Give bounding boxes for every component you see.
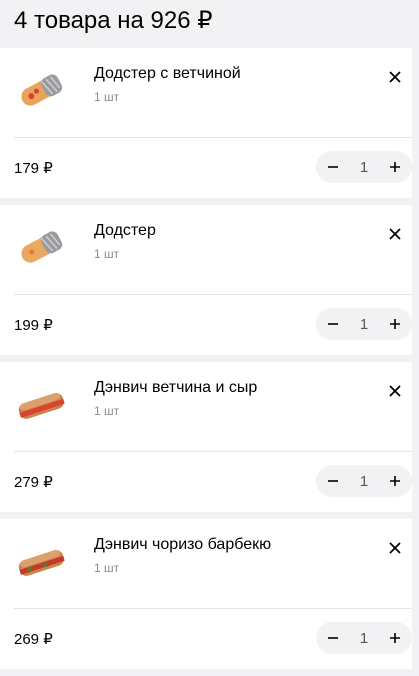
close-icon (389, 385, 401, 397)
increase-button[interactable] (388, 631, 402, 645)
minus-icon (328, 480, 338, 482)
item-quantity-label: 1 шт (94, 561, 120, 575)
cart-item: Додстер 1 шт 199 ₽ 1 (0, 205, 412, 355)
quantity-stepper[interactable]: 1 (316, 465, 412, 497)
cart-summary-title: 4 товара на 926 ₽ (14, 7, 213, 34)
plus-icon (390, 162, 400, 172)
item-name: Додстер с ветчиной (94, 65, 241, 82)
decrease-button[interactable] (326, 317, 340, 331)
close-icon (389, 71, 401, 83)
item-price: 279 ₽ (14, 474, 53, 491)
cart-list: Додстер с ветчиной 1 шт 179 ₽ 1 Додстер … (0, 48, 412, 676)
item-price: 199 ₽ (14, 317, 53, 334)
cart-item: Дэнвич чоризо барбекю 1 шт 269 ₽ 1 (0, 519, 412, 669)
increase-button[interactable] (388, 160, 402, 174)
dodster-product-image (21, 74, 63, 106)
decrease-button[interactable] (326, 631, 340, 645)
item-name: Дэнвич чоризо барбекю (94, 536, 272, 553)
remove-item-button[interactable] (384, 537, 406, 559)
item-name: Додстер (94, 222, 156, 239)
plus-icon (390, 319, 400, 329)
quantity-stepper[interactable]: 1 (316, 151, 412, 183)
remove-item-button[interactable] (384, 66, 406, 88)
plus-icon (390, 476, 400, 486)
item-quantity-label: 1 шт (94, 247, 120, 261)
plus-icon (390, 633, 400, 643)
minus-icon (328, 166, 338, 168)
divider (14, 294, 412, 295)
dodster-product-image (21, 231, 63, 263)
item-price: 269 ₽ (14, 631, 53, 648)
quantity-value: 1 (359, 158, 369, 176)
remove-item-button[interactable] (384, 223, 406, 245)
minus-icon (328, 637, 338, 639)
decrease-button[interactable] (326, 160, 340, 174)
quantity-value: 1 (359, 472, 369, 490)
increase-button[interactable] (388, 474, 402, 488)
item-name: Дэнвич ветчина и сыр (94, 379, 258, 396)
quantity-stepper[interactable]: 1 (316, 308, 412, 340)
minus-icon (328, 323, 338, 325)
increase-button[interactable] (388, 317, 402, 331)
close-icon (389, 228, 401, 240)
divider (14, 137, 412, 138)
cart-item: Дэнвич ветчина и сыр 1 шт 279 ₽ 1 (0, 362, 412, 512)
item-quantity-label: 1 шт (94, 404, 120, 418)
item-quantity-label: 1 шт (94, 90, 120, 104)
divider (14, 608, 412, 609)
quantity-value: 1 (359, 315, 369, 333)
item-price: 179 ₽ (14, 160, 53, 177)
decrease-button[interactable] (326, 474, 340, 488)
danwich-product-image (18, 393, 65, 419)
close-icon (389, 542, 401, 554)
cart-item: Додстер с ветчиной 1 шт 179 ₽ 1 (0, 48, 412, 198)
danwich-product-image (18, 550, 65, 576)
quantity-value: 1 (359, 629, 369, 647)
divider (14, 451, 412, 452)
remove-item-button[interactable] (384, 380, 406, 402)
quantity-stepper[interactable]: 1 (316, 622, 412, 654)
